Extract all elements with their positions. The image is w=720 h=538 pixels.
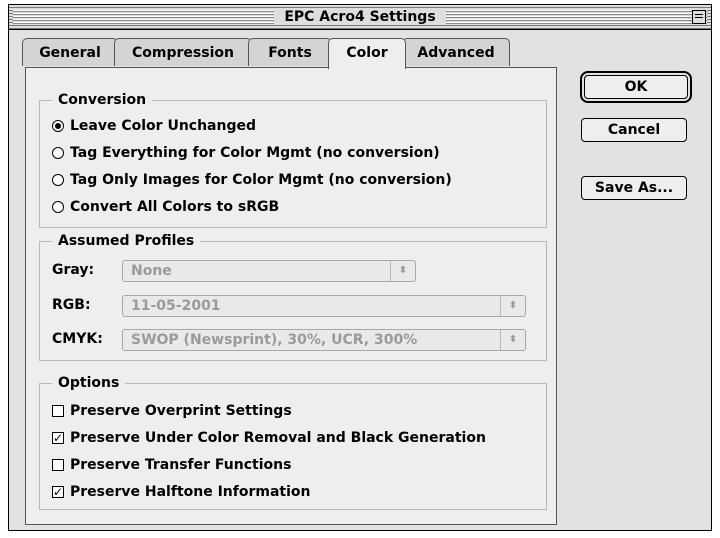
assumed-profiles-legend: Assumed Profiles [52,232,201,250]
options-legend: Options [52,374,126,392]
popup-value: SWOP (Newsprint), 30%, UCR, 300% [131,332,418,348]
radio-unselected-icon[interactable] [52,147,64,159]
radio-label: Convert All Colors to sRGB [70,199,280,215]
radio-unselected-icon[interactable] [52,201,64,213]
save-as-button[interactable]: Save As... [581,176,687,200]
tab-compression[interactable]: Compression [114,38,252,66]
radio-selected-icon[interactable] [52,120,64,132]
radio-unselected-icon[interactable] [52,174,64,186]
rgb-label: RGB: [52,297,91,313]
checkbox-checked-icon[interactable]: ✓ [52,486,64,498]
radio-convert-srgb[interactable]: Convert All Colors to sRGB [52,197,279,217]
popup-arrows-icon: ⬍ [390,261,415,281]
radio-tag-only-images[interactable]: Tag Only Images for Color Mgmt (no conve… [52,170,452,190]
collapse-box-icon[interactable] [692,10,706,24]
radio-label: Tag Everything for Color Mgmt (no conver… [70,145,440,161]
checkbox-label: Preserve Transfer Functions [70,457,292,473]
title-bar[interactable]: EPC Acro4 Settings [9,5,711,30]
tab-general[interactable]: General [22,38,118,66]
rgb-profile-popup[interactable]: 11-05-2001 ⬍ [122,295,526,317]
gray-label: Gray: [52,262,95,278]
checkbox-label: Preserve Under Color Removal and Black G… [70,430,486,446]
radio-leave-color-unchanged[interactable]: Leave Color Unchanged [52,116,256,136]
options-group: Options Preserve Overprint Settings ✓ Pr… [39,374,547,510]
popup-value: 11-05-2001 [131,298,221,314]
checkbox-unchecked-icon[interactable] [52,459,64,471]
checkbox-preserve-transfer[interactable]: Preserve Transfer Functions [52,455,291,475]
checkbox-checked-icon[interactable]: ✓ [52,432,64,444]
checkbox-preserve-ucr-bg[interactable]: ✓ Preserve Under Color Removal and Black… [52,428,486,448]
conversion-group: Conversion Leave Color Unchanged Tag Eve… [39,91,547,228]
checkbox-unchecked-icon[interactable] [52,405,64,417]
checkbox-preserve-overprint[interactable]: Preserve Overprint Settings [52,401,292,421]
conversion-legend: Conversion [52,91,153,109]
popup-arrows-icon: ⬍ [500,330,525,350]
tab-fonts[interactable]: Fonts [248,38,332,66]
radio-label: Leave Color Unchanged [70,118,256,134]
color-tab-panel: Conversion Leave Color Unchanged Tag Eve… [25,67,557,525]
cmyk-label: CMYK: [52,331,103,347]
radio-tag-everything[interactable]: Tag Everything for Color Mgmt (no conver… [52,143,440,163]
tab-color[interactable]: Color [328,38,406,69]
radio-label: Tag Only Images for Color Mgmt (no conve… [70,172,452,188]
tab-advanced[interactable]: Advanced [402,38,510,66]
gray-profile-popup[interactable]: None ⬍ [122,260,416,282]
checkbox-label: Preserve Overprint Settings [70,403,292,419]
popup-value: None [131,263,172,279]
assumed-profiles-group: Assumed Profiles Gray: None ⬍ RGB: 11-05… [39,232,547,361]
window-title: EPC Acro4 Settings [9,7,711,27]
checkbox-label: Preserve Halftone Information [70,484,311,500]
checkbox-preserve-halftone[interactable]: ✓ Preserve Halftone Information [52,482,311,502]
cmyk-profile-popup[interactable]: SWOP (Newsprint), 30%, UCR, 300% ⬍ [122,329,526,351]
ok-button[interactable]: OK [580,71,692,103]
cancel-button[interactable]: Cancel [581,118,687,142]
popup-arrows-icon: ⬍ [500,296,525,316]
